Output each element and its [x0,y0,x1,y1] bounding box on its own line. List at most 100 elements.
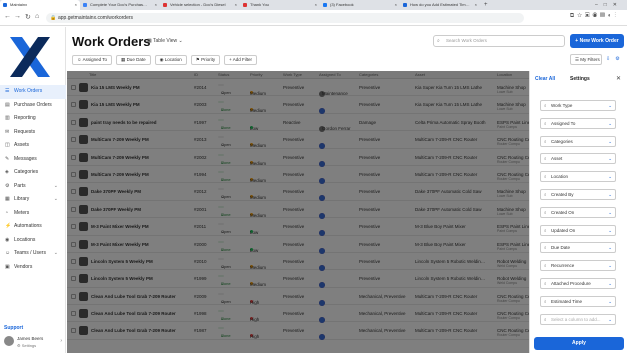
sidebar-item-reporting[interactable]: ▥ Reporting [0,112,66,126]
close-icon[interactable]: ✕ [616,75,621,82]
column-field-updated-on[interactable]: ⌕ Updated On ⌄ [540,224,616,236]
filter-button[interactable]: + Add Filter [224,55,257,65]
column-field-location[interactable]: ⌕ Location ⌄ [540,171,616,183]
tab-close-icon[interactable]: × [155,0,157,10]
filter-button[interactable]: ▦ Due Date [116,55,151,65]
column-field-recurrence[interactable]: ⌕ Recurrence ⌄ [540,260,616,272]
column-field-categories[interactable]: ⌕ Categories ⌄ [540,135,616,147]
asset[interactable]: M-3 Blue Boy Paint Mixer [415,242,466,247]
asset[interactable]: Lincoln System 5 Robotic Weldin… [415,276,485,281]
user-settings-link[interactable]: ⚙ Settings [17,343,36,348]
status-badge[interactable]: ✓ Done ⌄ [218,275,231,286]
clear-all-button[interactable]: Clear All [535,76,555,82]
table-row[interactable]: Clean And Lube Tool Grab 7-209 Router #19… [67,322,529,341]
work-order-title[interactable]: MultiCam 7-209 Weekly PM [91,172,149,177]
column-header[interactable]: Title [89,72,96,77]
column-header[interactable]: Categories [359,72,378,77]
work-order-title[interactable]: Clean And Lube Tool Grab 7-209 Router [91,328,176,333]
tab-close-icon[interactable]: × [475,0,477,10]
back-icon[interactable]: ← [4,13,11,20]
column-field-work-type[interactable]: ⌕ Work Type ⌄ [540,100,616,111]
sidebar-item-automations[interactable]: ⚡ Automations [0,220,66,234]
status-badge[interactable]: ◌ Open ⌄ [218,292,231,304]
tab-close-icon[interactable]: × [395,0,397,10]
status-badge[interactable]: ◌ Open ⌄ [218,136,231,147]
add-column-select[interactable]: ⌕ Select a column to add... ⌄ [540,313,616,325]
table-row[interactable]: Dake 370PF Weekly PM #2001 ✓ Done ⌄ Medium P… [67,201,529,219]
asset[interactable]: MultiCam 7-209-R CNC Router [415,155,477,160]
row-checkbox[interactable] [71,224,76,230]
status-badge[interactable]: ✓ Done ⌄ [218,153,231,165]
sidebar-item-library[interactable]: ▦ Library ⌄ [0,193,66,207]
row-checkbox[interactable] [71,276,76,282]
table-view-dropdown[interactable]: ▦ Table View ⌄ [147,38,183,44]
table-row[interactable]: Clean And Lube Tool Grab 7-209 Router #19… [67,305,529,324]
table-row[interactable]: MultiCam 7-209 Weekly PM #2013 ◌ Open ⌄ Med… [67,131,529,150]
url-bar[interactable]: 🔒 app.getmaintainx.com/workorders [46,13,524,23]
status-badge[interactable]: ✓ Done ⌄ [218,310,231,321]
work-order-title[interactable]: M-3 Paint Mixer Weekly PM [91,242,149,247]
table-row[interactable]: MultiCam 7-209 Weekly PM #2002 ✓ Done ⌄ Med… [67,149,529,167]
sidebar-item-work-orders[interactable]: ☰ Work Orders [0,85,66,99]
row-checkbox[interactable] [71,85,76,90]
status-badge[interactable]: ✓ Done ⌄ [218,240,231,252]
forward-icon[interactable]: → [14,13,21,20]
row-checkbox[interactable] [71,241,76,247]
status-badge[interactable]: ✓ Done ⌄ [218,101,231,112]
status-badge[interactable]: ✓ Done ⌄ [218,327,231,338]
column-field-created-on[interactable]: ⌕ Created On ⌄ [540,206,616,218]
sidebar-item-teams-users[interactable]: ☺ Teams / Users ⌄ [0,247,66,261]
asset[interactable]: MultiCam 7-209-R CNC Router [415,328,477,333]
sidebar-item-assets[interactable]: ◫ Assets [0,139,66,153]
asset[interactable]: M-3 Blue Boy Paint Mixer [415,224,466,229]
row-checkbox[interactable] [71,189,76,195]
asset[interactable]: Kia Super Kia Turn 15 LMS Lathe [415,85,482,90]
column-field-asset[interactable]: ⌕ Asset ⌄ [540,153,616,165]
support-link[interactable]: Support [4,325,23,331]
work-order-title[interactable]: M-3 Paint Mixer Weekly PM [91,224,149,229]
work-order-title[interactable]: MultiCam 7-209 Weekly PM [91,155,149,160]
my-filters-button[interactable]: ☰ My Filters [570,54,602,65]
new-work-order-button[interactable]: + New Work Order [570,34,624,48]
table-row[interactable]: Kia 15 LMS Weekly PM #2003 ✓ Done ⌄ Medium P… [67,96,529,115]
column-field-assigned-to[interactable]: ⌕ Assigned To ⌄ [540,117,616,129]
status-badge[interactable]: ◌ Open ⌄ [218,223,231,234]
window-controls[interactable]: –□✕ [595,0,623,10]
row-checkbox[interactable] [71,137,76,143]
browser-tab[interactable]: Complete Your Doc's Purchas… × [80,0,160,10]
table-row[interactable]: paint tray needs to be repaired #1997 ✓ Do… [67,114,529,132]
asset[interactable]: Dake 370PF Automatic Cold Saw [415,189,482,194]
row-checkbox[interactable] [71,328,76,334]
column-header[interactable]: Status [218,72,229,77]
table-row[interactable]: M-3 Paint Mixer Weekly PM #2000 ✓ Done ⌄ Lo… [67,236,529,254]
sidebar-item-messages[interactable]: ✎ Messages [0,153,66,167]
column-header[interactable]: Priority [250,72,262,77]
asset[interactable]: MultiCam 7-209-R CNC Router [415,137,477,142]
table-row[interactable]: Kia 15 LMS Weekly PM #2014 ◌ Open ⌄ Medium P… [67,79,529,97]
column-header[interactable]: Assigned To [319,72,341,77]
apply-button[interactable]: Apply [534,337,624,350]
sidebar-item-meters[interactable]: ◔ Meters [0,207,66,221]
column-field-attached-procedure[interactable]: ⌕ Attached Procedure ⌄ [540,277,616,289]
column-header[interactable]: Work Type [283,72,302,77]
column-header[interactable]: Location [497,72,512,77]
asset[interactable]: Dake 370PF Automatic Cold Saw [415,207,482,212]
column-header[interactable]: Asset [415,72,425,77]
sidebar-item-requests[interactable]: ✉ Requests [0,126,66,140]
work-order-title[interactable]: Lincoln System 5 Weekly PM [91,259,153,264]
status-badge[interactable]: ✓ Done ⌄ [218,170,231,182]
tab-close-icon[interactable]: × [315,0,317,10]
status-badge[interactable]: ◌ Open ⌄ [218,188,231,199]
table-row[interactable]: MultiCam 7-209 Weekly PM #1994 ✓ Done ⌄ Med… [67,166,529,184]
work-order-title[interactable]: paint tray needs to be repaired [91,120,157,125]
work-order-title[interactable]: Lincoln System 5 Weekly PM [91,276,153,281]
browser-tab[interactable]: Maintainx × [0,0,80,10]
table-row[interactable]: Dake 370PF Weekly PM #2012 ◌ Open ⌄ Medium P… [67,183,529,202]
row-checkbox[interactable] [71,206,76,212]
sidebar-item-purchase-orders[interactable]: ▤ Purchase Orders [0,99,66,113]
filter-button[interactable]: ◉ Location [154,55,187,65]
column-field-estimated-time[interactable]: ⌕ Estimated Time ⌄ [540,295,616,307]
extensions-icons[interactable]: ⧉☆▣◉▥◐⋮ [570,13,619,20]
row-checkbox[interactable] [71,171,76,177]
browser-tab[interactable]: Vehicle selection - Doc's Diesel × [160,0,240,10]
